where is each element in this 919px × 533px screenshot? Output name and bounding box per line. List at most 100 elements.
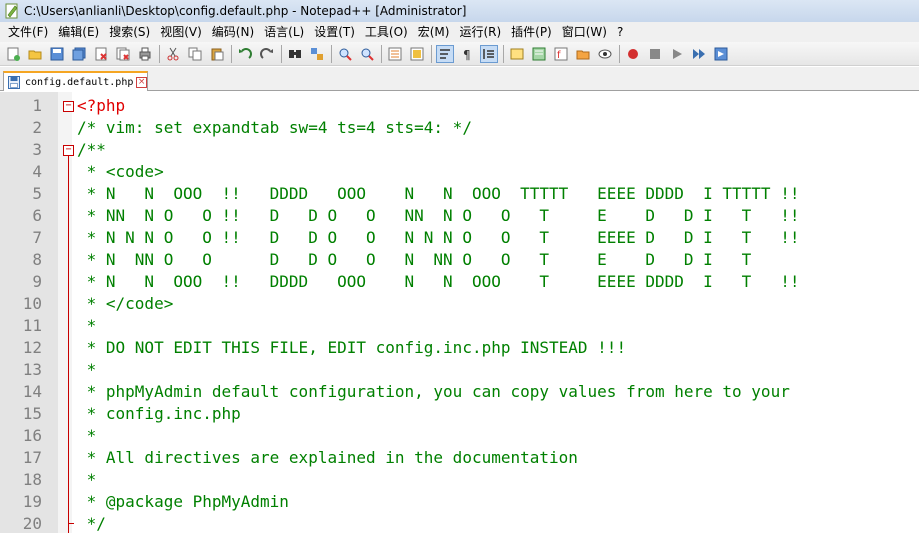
code-comment[interactable]: */ <box>77 513 106 533</box>
paste-button[interactable] <box>208 45 226 63</box>
code-comment[interactable]: * <box>77 359 97 381</box>
show-all-chars-button[interactable]: ¶ <box>458 45 476 63</box>
editor-line: 11 * <box>0 315 919 337</box>
code-comment[interactable]: /** <box>77 139 106 161</box>
editor-pane[interactable]: 1− <?php 2/* vim: set expandtab sw=4 ts=4 … <box>0 92 919 533</box>
folder-workspace-button[interactable] <box>574 45 592 63</box>
code-comment[interactable]: * All directives are explained in the do… <box>77 447 578 469</box>
stop-record-button[interactable] <box>646 45 664 63</box>
line-number: 20 <box>22 514 42 533</box>
new-file-icon <box>7 47 20 61</box>
toolbar-separator <box>159 44 160 63</box>
zoom-in-button[interactable] <box>336 45 354 63</box>
copy-button[interactable] <box>186 45 204 63</box>
sync-vertical-button[interactable] <box>386 45 404 63</box>
save-macro-button[interactable] <box>712 45 730 63</box>
find-icon <box>289 49 301 58</box>
replace-icon <box>311 47 323 60</box>
code-comment[interactable]: * <box>77 315 97 337</box>
cut-button[interactable] <box>164 45 182 63</box>
record-macro-button[interactable] <box>624 45 642 63</box>
editor-line: 6 * NN N O O !! D D O O NN N O O T E D D… <box>0 205 919 227</box>
play-macro-button[interactable] <box>668 45 686 63</box>
line-number: 7 <box>32 228 42 247</box>
zoom-out-button[interactable] <box>358 45 376 63</box>
menu-item-9[interactable]: 运行(R) <box>454 22 506 42</box>
menu-item-5[interactable]: 语言(L) <box>259 22 309 42</box>
play-macro-icon <box>673 48 682 59</box>
editor-line: 4 * <code> <box>0 161 919 183</box>
copy-icon <box>188 47 202 60</box>
code-comment[interactable]: * N N OOO !! DDDD OOO N N OOO TTTTT EEEE… <box>77 183 800 205</box>
find-button[interactable] <box>286 45 304 63</box>
code-comment[interactable]: * <box>77 425 97 447</box>
print-button[interactable] <box>136 45 154 63</box>
save-all-button[interactable] <box>70 45 88 63</box>
menu-item-12[interactable]: ? <box>612 22 628 42</box>
menu-item-6[interactable]: 设置(T) <box>309 22 360 42</box>
undo-icon <box>239 47 252 59</box>
line-number: 19 <box>22 492 42 511</box>
code-comment[interactable]: * @package PhpMyAdmin <box>77 491 289 513</box>
print-icon <box>139 47 151 60</box>
php-open-tag[interactable]: <?php <box>77 95 125 117</box>
editor-line: 12 * DO NOT EDIT THIS FILE, EDIT config.… <box>0 337 919 359</box>
sync-horizontal-button[interactable] <box>408 45 426 63</box>
menu-item-4[interactable]: 编码(N) <box>207 22 259 42</box>
line-number: 4 <box>32 162 42 181</box>
menu-item-7[interactable]: 工具(O) <box>360 22 413 42</box>
editor-line: 14 * phpMyAdmin default configuration, y… <box>0 381 919 403</box>
menu-item-10[interactable]: 插件(P) <box>506 22 557 42</box>
replace-button[interactable] <box>308 45 326 63</box>
code-comment[interactable]: * <code> <box>77 161 164 183</box>
editor-line: 2 /* vim: set expandtab sw=4 ts=4 sts=4: … <box>0 117 919 139</box>
line-number: 18 <box>22 470 42 489</box>
code-comment[interactable]: * N N OOO !! DDDD OOO N N OOO T EEEE DDD… <box>77 271 800 293</box>
code-comment[interactable]: /* vim: set expandtab sw=4 ts=4 sts=4: *… <box>77 117 472 139</box>
notepadpp-app-icon[interactable] <box>4 3 20 19</box>
fold-toggle-icon[interactable]: − <box>63 145 74 156</box>
redo-button[interactable] <box>258 45 276 63</box>
function-list-button[interactable]: f <box>552 45 570 63</box>
editor-line: 16 * <box>0 425 919 447</box>
tab-config-default-php[interactable]: config.default.php × <box>3 71 148 91</box>
run-macro-multiple-button[interactable] <box>690 45 708 63</box>
editor-line: 17 * All directives are explained in the… <box>0 447 919 469</box>
open-file-button[interactable] <box>26 45 44 63</box>
code-comment[interactable]: * <box>77 469 97 491</box>
menu-item-0[interactable]: 文件(F) <box>3 22 53 42</box>
code-comment[interactable]: * DO NOT EDIT THIS FILE, EDIT config.inc… <box>77 337 626 359</box>
menu-item-8[interactable]: 宏(M) <box>413 22 455 42</box>
menu-item-11[interactable]: 窗口(W) <box>557 22 612 42</box>
menu-item-3[interactable]: 视图(V) <box>155 22 207 42</box>
close-all-button[interactable] <box>114 45 132 63</box>
code-comment[interactable]: * N NN O O D D O O N NN O O T E D D I T <box>77 249 752 271</box>
menu-item-1[interactable]: 编辑(E) <box>53 22 104 42</box>
tab-bar: config.default.php × <box>0 67 919 91</box>
menu-item-2[interactable]: 搜索(S) <box>104 22 155 42</box>
word-wrap-button[interactable] <box>436 44 454 63</box>
code-comment[interactable]: * N N N O O !! D D O O N N N O O T EEEE … <box>77 227 800 249</box>
code-comment[interactable]: * NN N O O !! D D O O NN N O O T E D D I… <box>77 205 800 227</box>
folder-workspace-icon <box>576 50 590 59</box>
line-number: 10 <box>22 294 42 313</box>
toolbar-separator <box>381 44 382 63</box>
line-number: 14 <box>22 382 42 401</box>
code-comment[interactable]: * config.inc.php <box>77 403 241 425</box>
close-button[interactable] <box>92 45 110 63</box>
fold-toggle-icon[interactable]: − <box>63 101 74 112</box>
code-comment[interactable]: * </code> <box>77 293 174 315</box>
code-comment[interactable]: * phpMyAdmin default configuration, you … <box>77 381 790 403</box>
indent-guide-button[interactable] <box>480 44 498 63</box>
tab-close-icon[interactable]: × <box>136 76 147 88</box>
undo-button[interactable] <box>236 45 254 63</box>
title-bar: C:\Users\anlianli\Desktop\config.default… <box>0 0 919 22</box>
new-file-button[interactable] <box>4 45 22 63</box>
monitoring-button[interactable] <box>596 45 614 63</box>
menu-bar: 文件(F) 编辑(E) 搜索(S) 视图(V) 编码(N) 语言(L) 设置(T) 工具(O)… <box>0 22 919 42</box>
stop-record-icon <box>650 48 660 59</box>
function-list-icon: f <box>554 47 568 61</box>
document-map-button[interactable] <box>530 45 548 63</box>
save-button[interactable] <box>48 45 66 63</box>
user-language-button[interactable] <box>508 45 526 63</box>
